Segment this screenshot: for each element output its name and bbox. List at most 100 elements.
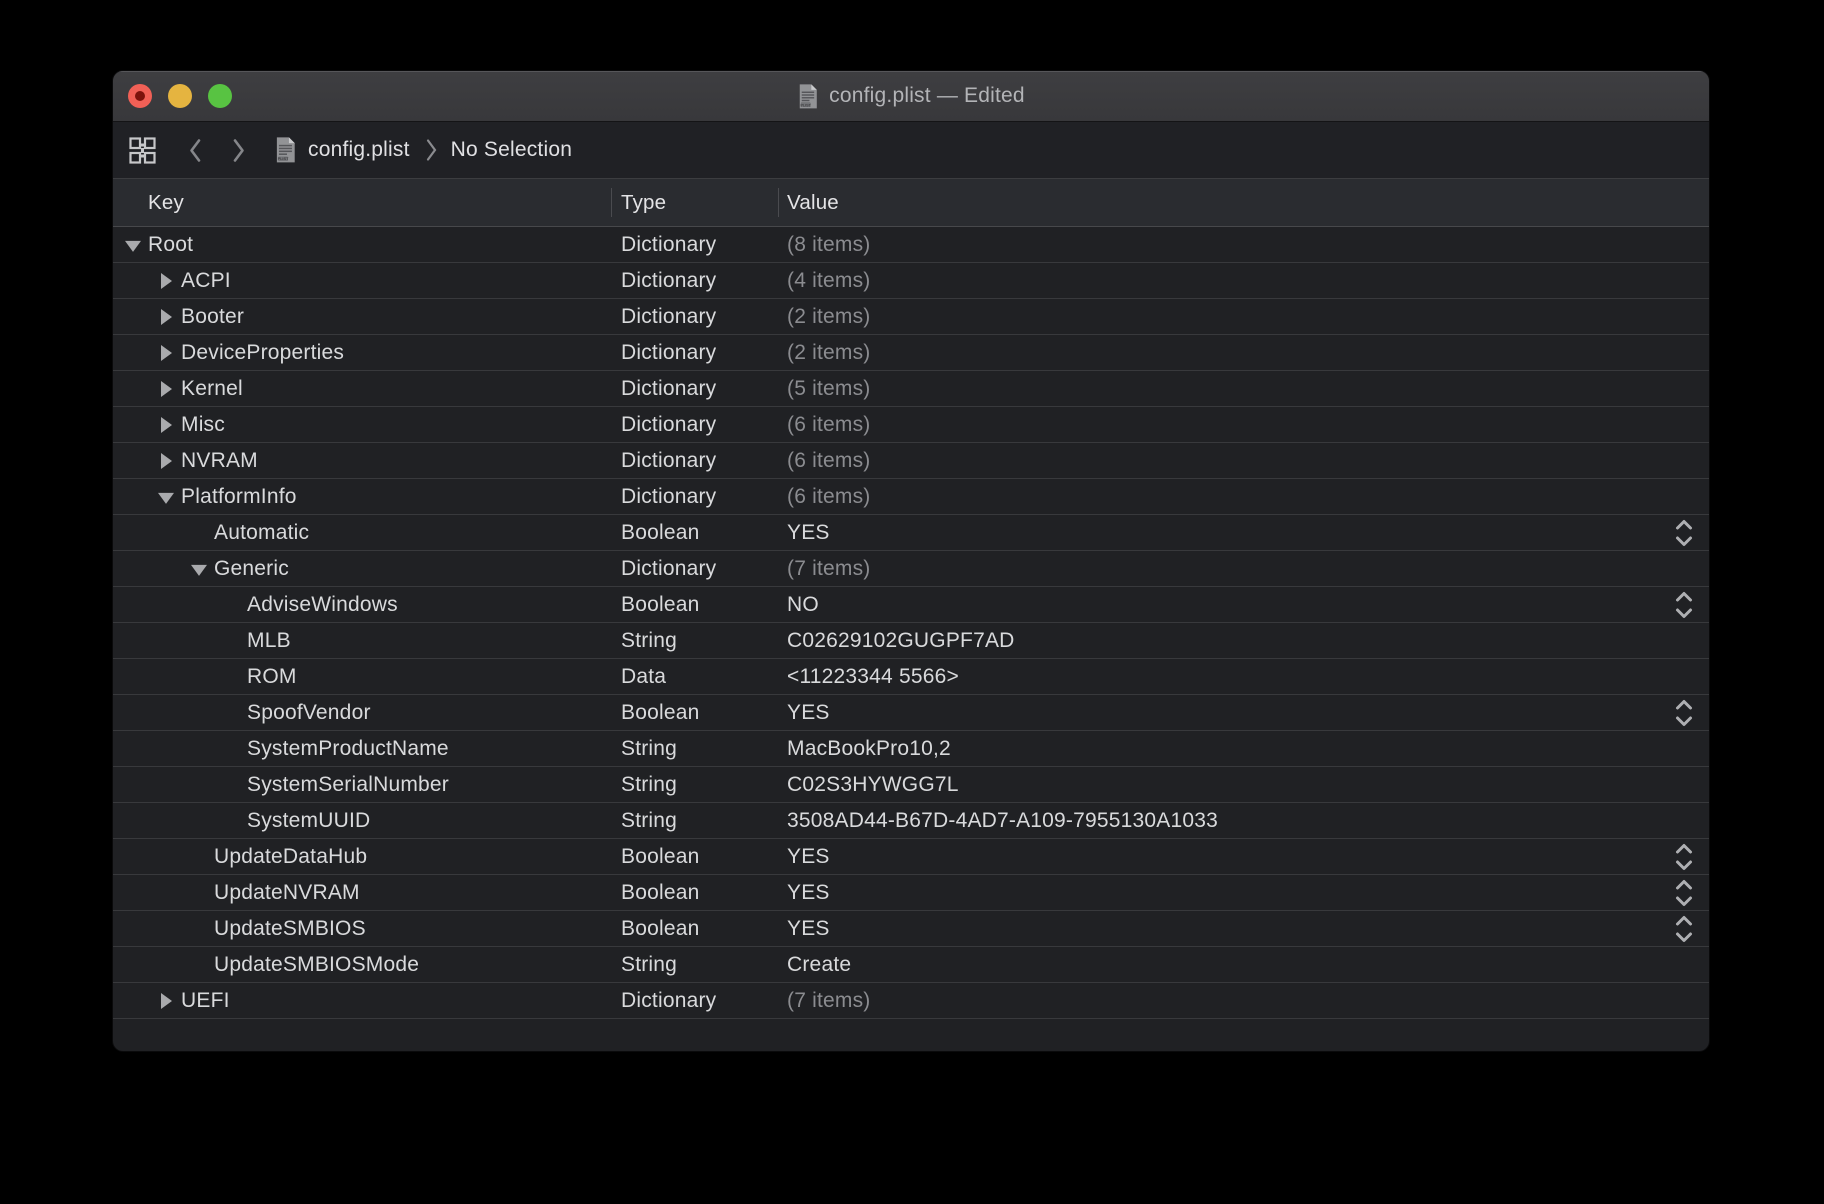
plist-row-kernel[interactable]: Kernel Dictionary (5 items) xyxy=(113,371,1709,407)
row-type[interactable]: Dictionary xyxy=(621,335,716,370)
boolean-stepper[interactable] xyxy=(1673,876,1695,909)
row-type[interactable]: Boolean xyxy=(621,695,699,730)
plist-row-systemserialnumber[interactable]: SystemSerialNumber String C02S3HYWGG7L xyxy=(113,767,1709,803)
plist-row-acpi[interactable]: ACPI Dictionary (4 items) xyxy=(113,263,1709,299)
row-type[interactable]: Data xyxy=(621,659,666,694)
plist-row-updatedatahub[interactable]: UpdateDataHub Boolean YES xyxy=(113,839,1709,875)
triangle-right-icon[interactable] xyxy=(161,344,172,361)
breadcrumb-file[interactable]: config.plist xyxy=(308,138,410,162)
row-key[interactable]: ACPI xyxy=(181,263,231,298)
row-type[interactable]: Dictionary xyxy=(621,299,716,334)
row-type[interactable]: Boolean xyxy=(621,587,699,622)
row-key[interactable]: Booter xyxy=(181,299,244,334)
row-type[interactable]: Boolean xyxy=(621,839,699,874)
row-key[interactable]: MLB xyxy=(247,623,291,658)
row-key[interactable]: SystemUUID xyxy=(247,803,370,838)
row-key[interactable]: DeviceProperties xyxy=(181,335,344,370)
boolean-stepper[interactable] xyxy=(1673,912,1695,945)
row-type[interactable]: Dictionary xyxy=(621,263,716,298)
close-button[interactable] xyxy=(128,84,152,108)
row-type[interactable]: Dictionary xyxy=(621,479,716,514)
plist-document-icon[interactable]: PLIST xyxy=(797,83,819,110)
row-type[interactable]: Dictionary xyxy=(621,443,716,478)
triangle-right-icon[interactable] xyxy=(161,380,172,397)
row-type[interactable]: String xyxy=(621,803,677,838)
row-value[interactable]: (2 items) xyxy=(787,335,870,370)
boolean-stepper[interactable] xyxy=(1673,840,1695,873)
row-type[interactable]: Dictionary xyxy=(621,371,716,406)
row-type[interactable]: Dictionary xyxy=(621,551,716,586)
row-key[interactable]: Kernel xyxy=(181,371,243,406)
row-key[interactable]: UpdateSMBIOS xyxy=(214,911,366,946)
plist-document-icon[interactable]: PLIST xyxy=(274,136,297,164)
row-value[interactable]: (5 items) xyxy=(787,371,870,406)
row-key[interactable]: ROM xyxy=(247,659,297,694)
row-key[interactable]: Automatic xyxy=(214,515,309,550)
boolean-stepper[interactable] xyxy=(1673,696,1695,729)
row-key[interactable]: SpoofVendor xyxy=(247,695,371,730)
row-key[interactable]: SystemProductName xyxy=(247,731,449,766)
row-value[interactable]: YES xyxy=(787,911,830,946)
row-type[interactable]: Dictionary xyxy=(621,227,716,262)
plist-row-systemproductname[interactable]: SystemProductName String MacBookPro10,2 xyxy=(113,731,1709,767)
row-key[interactable]: PlatformInfo xyxy=(181,479,297,514)
plist-row-booter[interactable]: Booter Dictionary (2 items) xyxy=(113,299,1709,335)
row-value[interactable]: C02S3HYWGG7L xyxy=(787,767,959,802)
row-value[interactable]: Create xyxy=(787,947,851,982)
breadcrumb-selection[interactable]: No Selection xyxy=(451,138,572,162)
row-type[interactable]: String xyxy=(621,623,677,658)
row-value[interactable]: (8 items) xyxy=(787,227,870,262)
plist-row-uefi[interactable]: UEFI Dictionary (7 items) xyxy=(113,983,1709,1019)
plist-row-updatenvram[interactable]: UpdateNVRAM Boolean YES xyxy=(113,875,1709,911)
row-value[interactable]: MacBookPro10,2 xyxy=(787,731,951,766)
row-value[interactable]: (7 items) xyxy=(787,983,870,1018)
row-type[interactable]: Dictionary xyxy=(621,407,716,442)
row-value[interactable]: YES xyxy=(787,839,830,874)
back-button[interactable] xyxy=(187,137,204,164)
row-type[interactable]: Dictionary xyxy=(621,983,716,1018)
triangle-down-icon[interactable] xyxy=(158,492,174,504)
related-items-grid-icon[interactable] xyxy=(129,136,156,164)
plist-row-nvram[interactable]: NVRAM Dictionary (6 items) xyxy=(113,443,1709,479)
row-type[interactable]: Boolean xyxy=(621,911,699,946)
plist-row-automatic[interactable]: Automatic Boolean YES xyxy=(113,515,1709,551)
triangle-right-icon[interactable] xyxy=(161,308,172,325)
row-key[interactable]: Misc xyxy=(181,407,225,442)
row-value[interactable]: (2 items) xyxy=(787,299,870,334)
row-value[interactable]: YES xyxy=(787,695,830,730)
row-key[interactable]: AdviseWindows xyxy=(247,587,398,622)
plist-row-advisewindows[interactable]: AdviseWindows Boolean NO xyxy=(113,587,1709,623)
column-divider[interactable] xyxy=(778,188,779,217)
boolean-stepper[interactable] xyxy=(1673,588,1695,621)
row-key[interactable]: UpdateNVRAM xyxy=(214,875,360,910)
row-value[interactable]: C02629102GUGPF7AD xyxy=(787,623,1015,658)
plist-row-spoofvendor[interactable]: SpoofVendor Boolean YES xyxy=(113,695,1709,731)
triangle-down-icon[interactable] xyxy=(191,564,207,576)
window-titlebar[interactable]: PLIST config.plist — Edited xyxy=(113,71,1709,122)
triangle-down-icon[interactable] xyxy=(125,240,141,252)
triangle-right-icon[interactable] xyxy=(161,992,172,1009)
plist-row-rom[interactable]: ROM Data <11223344 5566> xyxy=(113,659,1709,695)
row-type[interactable]: String xyxy=(621,767,677,802)
triangle-right-icon[interactable] xyxy=(161,272,172,289)
minimize-button[interactable] xyxy=(168,84,192,108)
row-key[interactable]: UpdateSMBIOSMode xyxy=(214,947,419,982)
zoom-button[interactable] xyxy=(208,84,232,108)
plist-row-updatesmbiosmode[interactable]: UpdateSMBIOSMode String Create xyxy=(113,947,1709,983)
forward-button[interactable] xyxy=(230,137,247,164)
row-type[interactable]: Boolean xyxy=(621,515,699,550)
row-key[interactable]: NVRAM xyxy=(181,443,258,478)
row-key[interactable]: UEFI xyxy=(181,983,230,1018)
plist-row-platforminfo[interactable]: PlatformInfo Dictionary (6 items) xyxy=(113,479,1709,515)
plist-row-systemuuid[interactable]: SystemUUID String 3508AD44-B67D-4AD7-A109-… xyxy=(113,803,1709,839)
row-value[interactable]: (6 items) xyxy=(787,443,870,478)
plist-row-updatesmbios[interactable]: UpdateSMBIOS Boolean YES xyxy=(113,911,1709,947)
row-type[interactable]: String xyxy=(621,947,677,982)
row-key[interactable]: SystemSerialNumber xyxy=(247,767,449,802)
row-value[interactable]: (6 items) xyxy=(787,479,870,514)
row-value[interactable]: YES xyxy=(787,515,830,550)
plist-row-root[interactable]: Root Dictionary (8 items) xyxy=(113,227,1709,263)
plist-row-mlb[interactable]: MLB String C02629102GUGPF7AD xyxy=(113,623,1709,659)
triangle-right-icon[interactable] xyxy=(161,416,172,433)
row-key[interactable]: Generic xyxy=(214,551,289,586)
